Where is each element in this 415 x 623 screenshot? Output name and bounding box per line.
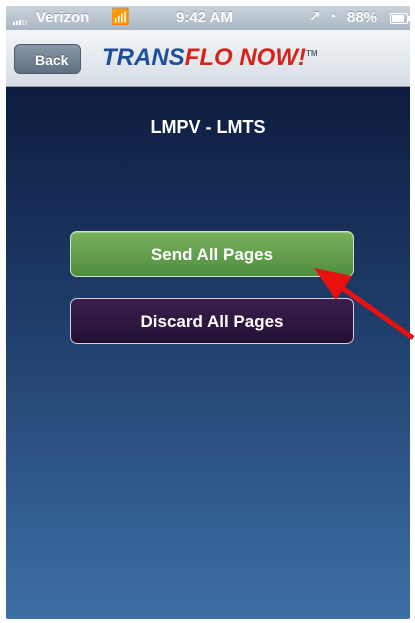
carrier-name: Verizon bbox=[36, 9, 90, 26]
navigation-bar: Back TRANSFLO NOW!TM bbox=[6, 30, 410, 87]
logo-text-trans: TRANS bbox=[102, 44, 185, 71]
main-content: LMPV - LMTS Send All Pages Discard All P… bbox=[6, 87, 410, 619]
logo-text-flo-now: FLO NOW! bbox=[184, 44, 306, 71]
wifi-icon: 📶 bbox=[111, 9, 130, 26]
logo-trademark: TM bbox=[305, 49, 318, 58]
app-logo: TRANSFLO NOW!TM bbox=[102, 44, 318, 72]
page-title: LMPV - LMTS bbox=[150, 117, 266, 137]
status-bar: Verizon 📶 9:42 AM ↗ ◔ 88% bbox=[6, 6, 410, 30]
back-button[interactable]: Back bbox=[14, 44, 82, 74]
signal-strength-icon bbox=[13, 20, 27, 25]
discard-all-pages-button[interactable]: Discard All Pages bbox=[70, 298, 354, 344]
alarm-icon: ◔ bbox=[328, 8, 337, 24]
back-button-label: Back bbox=[35, 52, 69, 68]
status-time: 9:42 AM bbox=[176, 9, 233, 26]
battery-percentage: 88% bbox=[347, 9, 378, 26]
location-icon: ↗ bbox=[309, 8, 321, 24]
battery-icon bbox=[390, 13, 410, 24]
send-all-pages-button[interactable]: Send All Pages bbox=[70, 231, 354, 277]
phone-screen: Verizon 📶 9:42 AM ↗ ◔ 88% Back TRANSFLO … bbox=[6, 6, 410, 619]
